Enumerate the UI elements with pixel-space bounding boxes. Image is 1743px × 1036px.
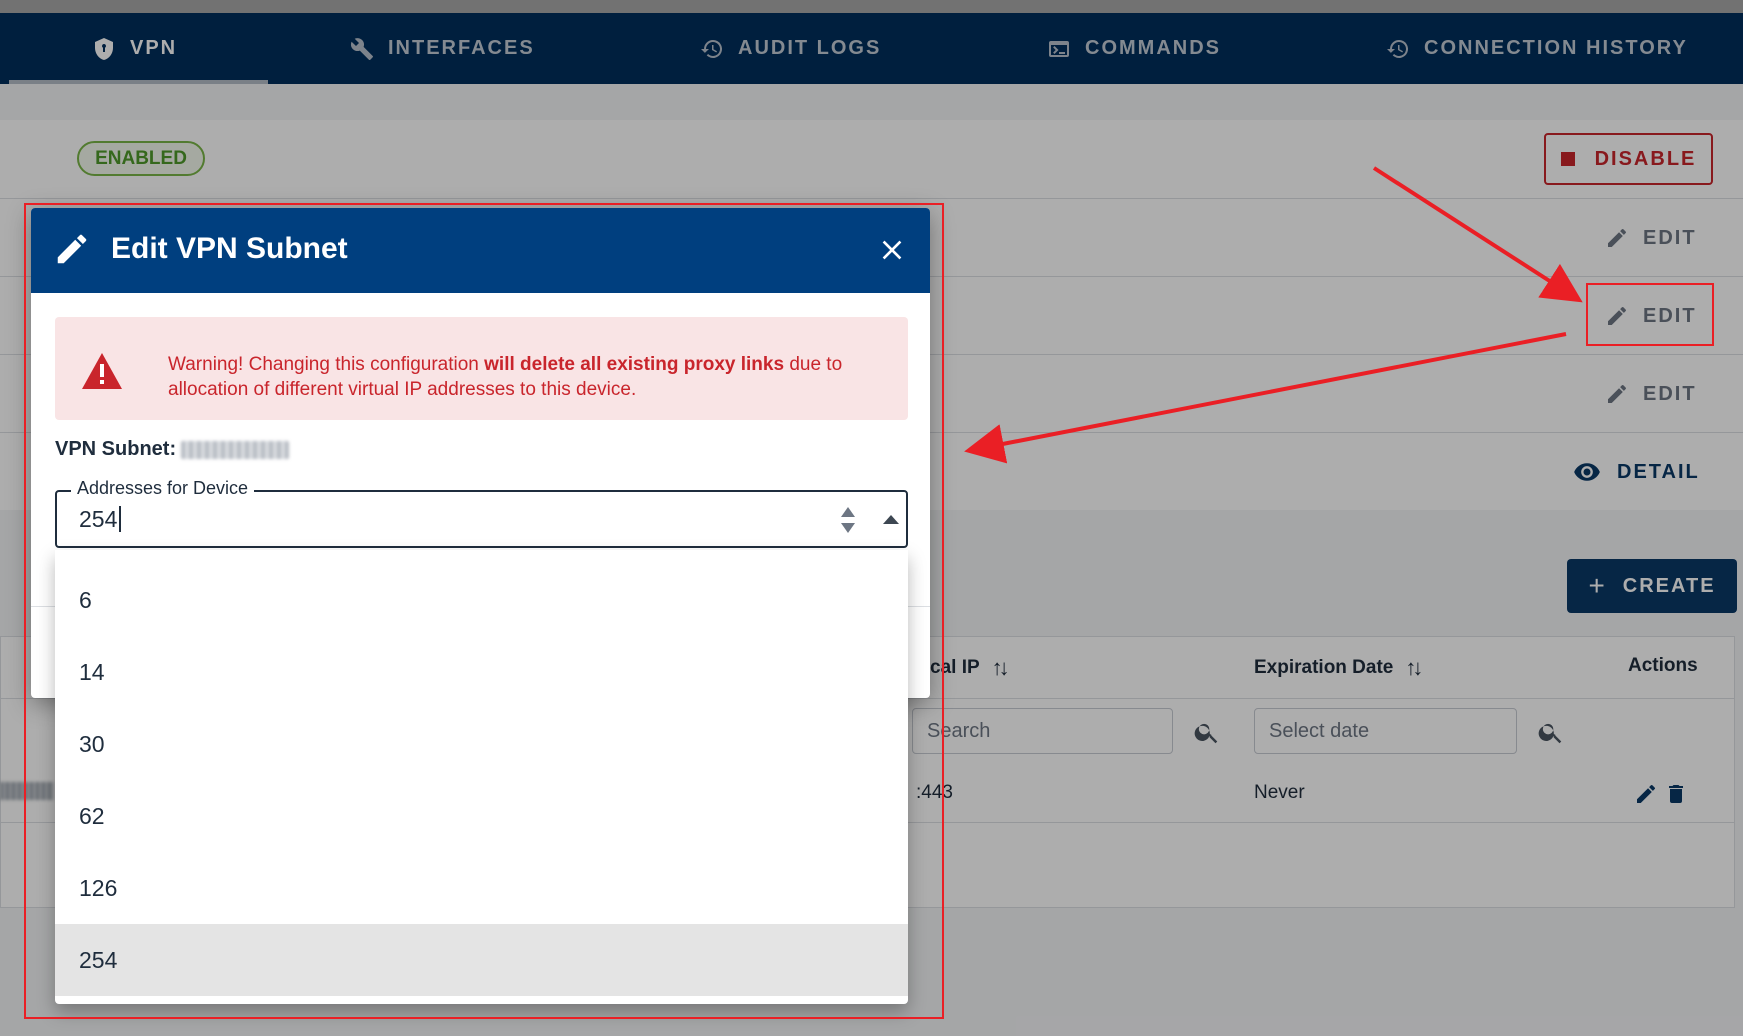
annotation-highlight-dialog [24,203,944,1019]
annotation-highlight-edit [1586,283,1714,346]
